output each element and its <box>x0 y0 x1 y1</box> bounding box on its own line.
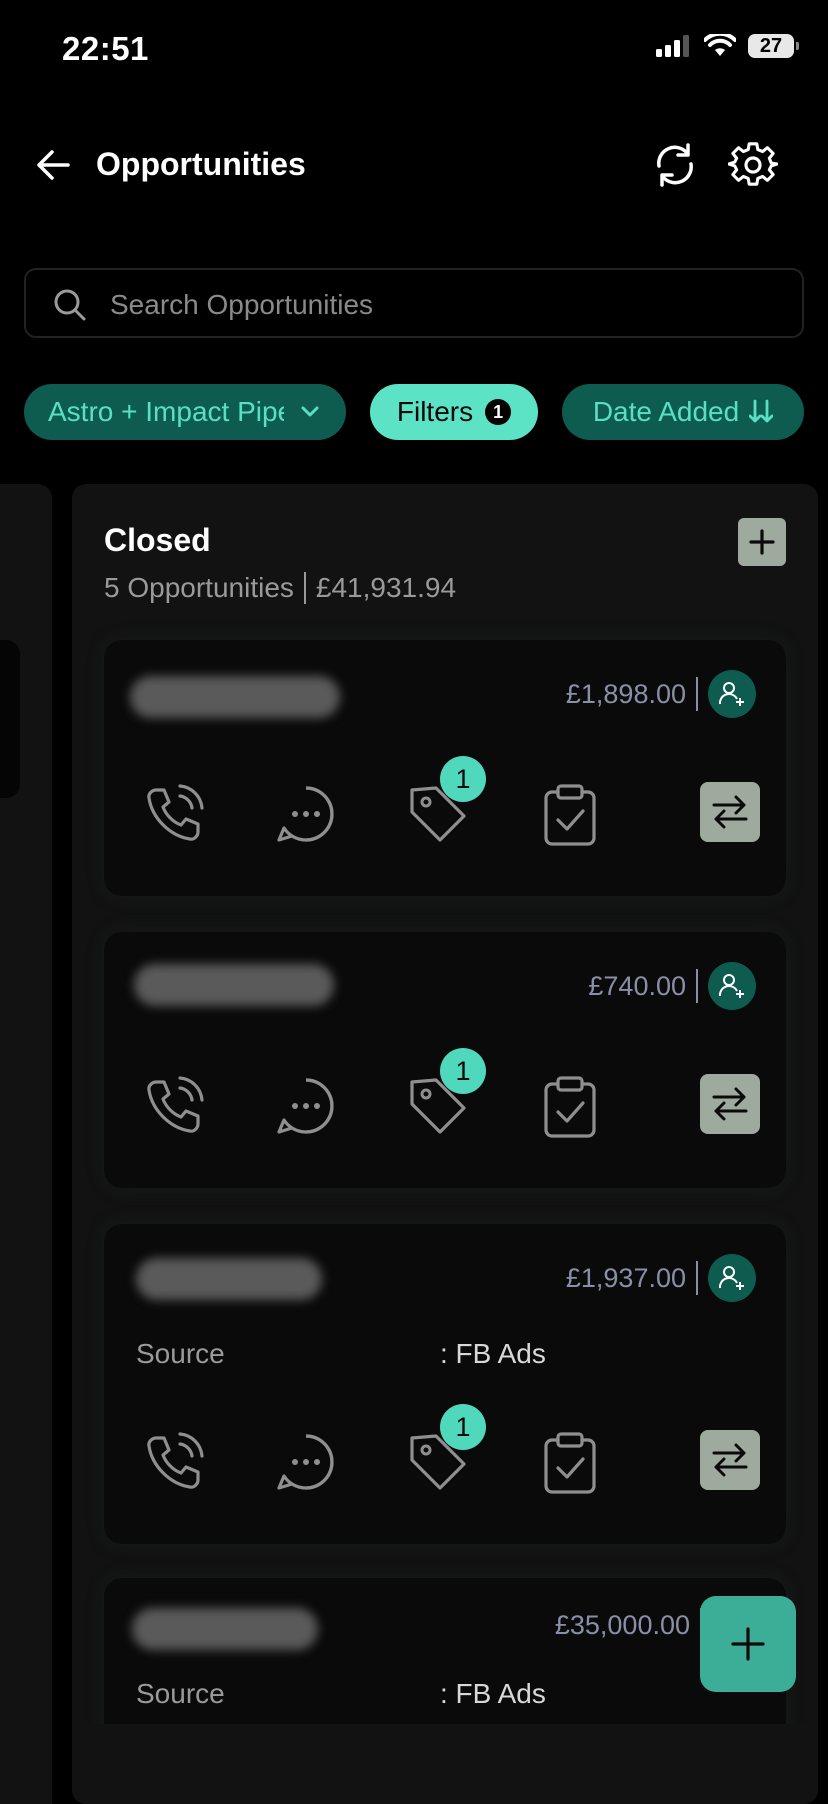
message-icon[interactable] <box>274 1074 338 1138</box>
card-actions: 1 <box>134 1404 760 1500</box>
previous-column-card[interactable] <box>0 640 20 798</box>
filters-count-badge: 1 <box>485 399 512 425</box>
contact-name-redacted <box>132 1608 318 1650</box>
task-clipboard-icon[interactable] <box>542 782 598 848</box>
opportunity-value: £1,937.00 <box>565 1262 686 1293</box>
search-icon <box>54 289 86 321</box>
wifi-icon <box>704 34 736 56</box>
phone-call-icon[interactable] <box>142 1430 206 1494</box>
card-header-right: £1,937.00 <box>566 1254 756 1302</box>
add-opportunity-to-column-button[interactable] <box>738 518 786 566</box>
settings-gear-icon[interactable] <box>728 140 778 190</box>
column-title: Closed <box>104 522 211 558</box>
column-total: £41,931.94 <box>315 572 457 603</box>
task-clipboard-icon[interactable] <box>542 1074 598 1140</box>
opportunity-card[interactable]: £1,898.00 1 <box>104 640 786 896</box>
phone-call-icon[interactable] <box>142 1074 206 1138</box>
opportunity-value: £35,000.00 <box>554 1609 690 1640</box>
swap-arrows-icon <box>712 1087 748 1121</box>
contact-name-redacted <box>134 964 334 1006</box>
card-actions: 1 <box>134 756 760 852</box>
refresh-icon[interactable] <box>650 140 700 190</box>
value-divider <box>696 969 698 1003</box>
move-stage-button[interactable] <box>700 1074 760 1134</box>
column-count: 5 Opportunities <box>104 572 294 603</box>
contact-name-redacted <box>136 1258 322 1300</box>
opportunity-card[interactable]: £1,937.00 Source : FB Ads 1 <box>104 1224 786 1544</box>
card-header-right: £35,000.00 <box>555 1608 702 1642</box>
filters-button[interactable]: Filters 1 <box>370 384 538 440</box>
battery-icon: 27 <box>748 34 799 58</box>
move-stage-button[interactable] <box>700 1430 760 1490</box>
search-input[interactable] <box>108 284 762 326</box>
pipeline-selector[interactable]: Astro + Impact Pipeline <box>24 384 346 440</box>
column-footer <box>72 1724 818 1804</box>
phone-call-icon[interactable] <box>142 782 206 846</box>
chevron-down-icon <box>301 406 319 417</box>
sort-label: Date Added <box>592 396 740 427</box>
message-icon[interactable] <box>274 1430 338 1494</box>
signal-icon <box>656 35 689 57</box>
source-label: Source <box>136 1678 225 1709</box>
status-time: 22:51 <box>62 30 149 67</box>
assign-user-button[interactable] <box>708 670 756 718</box>
add-opportunity-fab[interactable] <box>700 1596 796 1692</box>
user-add-icon <box>718 682 744 706</box>
card-header-right: £1,898.00 <box>566 670 756 718</box>
plus-icon <box>731 1627 765 1661</box>
swap-arrows-icon <box>712 795 748 829</box>
source-label: Source <box>136 1338 225 1369</box>
source-value: : FB Ads <box>440 1678 546 1709</box>
opportunity-value: £740.00 <box>588 970 686 1001</box>
assign-user-button[interactable] <box>708 1254 756 1302</box>
filters-label: Filters <box>396 396 474 427</box>
value-divider <box>696 677 698 711</box>
source-value: : FB Ads <box>440 1338 546 1369</box>
message-icon[interactable] <box>274 782 338 846</box>
card-header-right: £740.00 <box>588 962 756 1010</box>
status-icons: 27 <box>656 34 799 58</box>
move-stage-button[interactable] <box>700 782 760 842</box>
card-actions: 1 <box>134 1048 760 1144</box>
plus-icon <box>749 529 775 555</box>
user-add-icon <box>718 1266 744 1290</box>
tag-count-badge: 1 <box>440 1404 486 1450</box>
column-summary: 5 Opportunities £41,931.94 <box>104 572 456 604</box>
page-title: Opportunities <box>96 146 306 182</box>
opportunity-card[interactable]: £740.00 1 <box>104 932 786 1188</box>
contact-name-redacted <box>130 676 340 718</box>
sort-button[interactable]: Date Added <box>562 384 804 440</box>
opportunity-value: £1,898.00 <box>565 678 686 709</box>
task-clipboard-icon[interactable] <box>542 1430 598 1496</box>
search-bar[interactable] <box>24 268 804 338</box>
back-arrow-icon[interactable] <box>34 145 74 185</box>
tag-count-badge: 1 <box>440 1048 486 1094</box>
value-divider <box>696 1261 698 1295</box>
summary-divider <box>303 572 306 604</box>
user-add-icon <box>718 974 744 998</box>
tag-count-badge: 1 <box>440 756 486 802</box>
swap-arrows-icon <box>712 1443 748 1477</box>
battery-level: 27 <box>759 34 783 57</box>
sort-descending-icon <box>749 399 774 423</box>
pipeline-label: Astro + Impact Pipeline <box>48 396 284 427</box>
assign-user-button[interactable] <box>708 962 756 1010</box>
